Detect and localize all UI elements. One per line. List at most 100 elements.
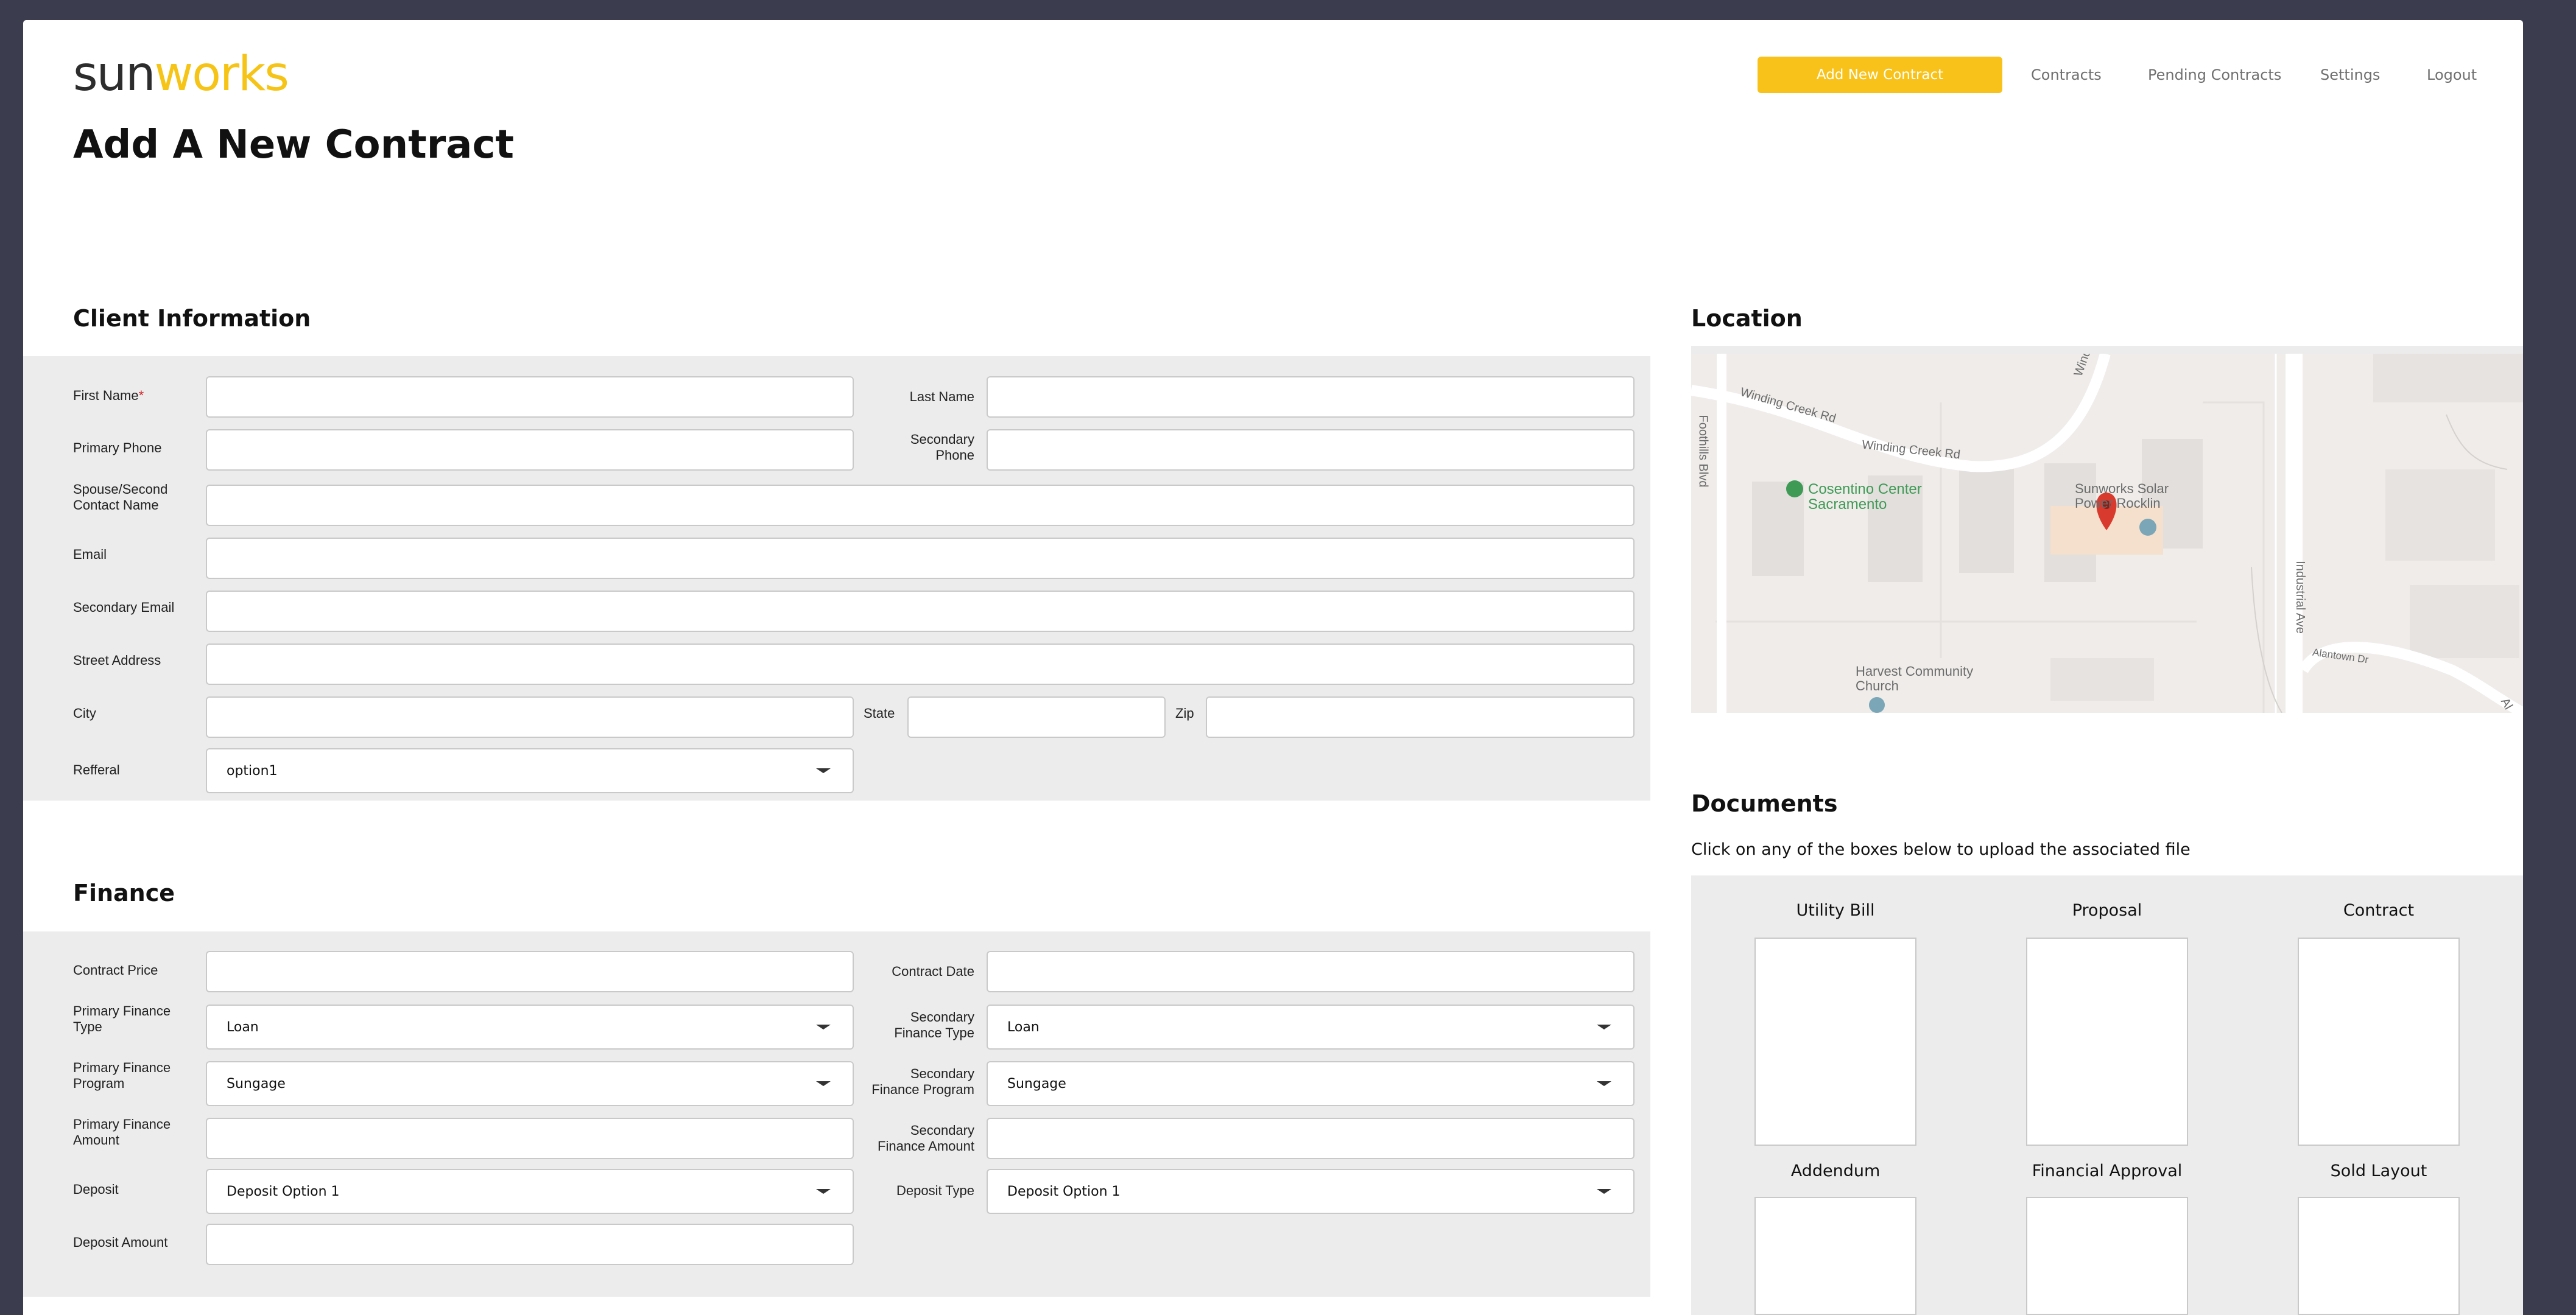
contract-date-input[interactable] [987,951,1635,992]
chevron-down-icon [816,1189,831,1194]
upload-box-utility-bill[interactable] [1754,938,1916,1146]
street-address-input[interactable] [206,643,1635,685]
required-marker: * [138,388,144,403]
upload-box-financial-approval[interactable] [2026,1197,2188,1315]
doc-label-utility-bill: Utility Bill [1796,901,1875,920]
zip-label: Zip [1175,706,1194,721]
secondary-finance-program-label: Secondary Finance Program [871,1066,974,1097]
last-name-label: Last Name [909,389,974,404]
map-building [2050,658,2154,701]
add-new-contract-button[interactable]: Add New Contract [1758,57,2002,93]
deposit-select[interactable]: Deposit Option 1 [206,1169,854,1214]
secondary-finance-amount-input[interactable] [987,1118,1635,1159]
city-input[interactable] [206,696,854,738]
doc-label-addendum: Addendum [1790,1162,1881,1180]
location-title: Location [1691,305,1803,332]
chevron-down-icon [1597,1025,1611,1029]
secondary-finance-type-select[interactable]: Loan [987,1005,1635,1050]
state-input[interactable] [907,696,1166,738]
referral-select[interactable]: option1 [206,748,854,793]
upload-box-proposal[interactable] [2026,938,2188,1146]
primary-finance-type-select[interactable]: Loan [206,1005,854,1050]
first-name-input[interactable] [206,376,854,418]
secondary-email-label: Secondary Email [73,600,175,615]
primary-finance-program-select[interactable]: Sungage [206,1061,854,1106]
deposit-amount-input[interactable] [206,1224,854,1265]
deposit-type-label: Deposit Type [896,1183,974,1198]
first-name-label: First Name* [73,388,144,403]
spouse-second-contact-label: Spouse/Second Contact Name [73,482,168,513]
secondary-phone-input[interactable] [987,429,1635,471]
sunworks-poi-icon [2139,519,2156,536]
documents-subtitle: Click on any of the boxes below to uploa… [1691,840,2191,859]
primary-finance-program-label: Primary Finance Program [73,1060,171,1091]
doc-label-proposal: Proposal [2072,901,2142,920]
secondary-finance-program-value: Sungage [1007,1076,1066,1092]
map-building [2410,585,2519,658]
contract-price-input[interactable] [206,951,854,992]
doc-label-financial-approval: Financial Approval [2032,1162,2183,1180]
map-label-industrial: Industrial Ave [2293,561,2307,634]
church-poi-icon [1869,697,1885,713]
upload-box-contract[interactable] [2298,938,2460,1146]
secondary-phone-label: Secondary Phone [910,432,974,463]
secondary-finance-type-label: Secondary Finance Type [894,1009,974,1040]
page-title: Add A New Contract [73,122,514,167]
zip-input[interactable] [1206,696,1635,738]
finance-panel: Contract Price Contract Date Primary Fin… [23,931,1650,1297]
contract-date-label: Contract Date [892,964,974,979]
deposit-type-value: Deposit Option 1 [1007,1184,1121,1199]
nav-settings[interactable]: Settings [2320,65,2380,85]
deposit-amount-label: Deposit Amount [73,1235,168,1250]
email-label: Email [73,547,107,562]
doc-label-sold-layout: Sold Layout [2330,1162,2427,1180]
last-name-input[interactable] [987,376,1635,418]
street-address-label: Street Address [73,653,161,668]
deposit-type-select[interactable]: Deposit Option 1 [987,1169,1635,1214]
documents-title: Documents [1691,790,1838,817]
deposit-label: Deposit [73,1182,119,1197]
sunworks-logo[interactable]: sunworks [73,51,289,98]
location-map[interactable]: Winding Creek Rd Winding Creek Rd Foothi… [1691,346,2523,713]
client-information-panel: First Name* Last Name Primary Phone Seco… [23,356,1650,801]
primary-phone-input[interactable] [206,429,854,471]
nav-pending-contracts[interactable]: Pending Contracts [2148,65,2281,85]
secondary-finance-amount-label: Secondary Finance Amount [878,1123,974,1154]
primary-finance-program-value: Sungage [227,1076,286,1092]
spouse-second-contact-input[interactable] [206,485,1635,526]
primary-phone-label: Primary Phone [73,440,162,455]
cosentino-poi-icon [1786,480,1803,497]
city-label: City [73,706,96,721]
upload-box-addendum[interactable] [1754,1197,1916,1315]
chevron-down-icon [816,768,831,773]
contract-price-label: Contract Price [73,963,158,978]
secondary-finance-program-select[interactable]: Sungage [987,1061,1635,1106]
logo-text-works: works [154,47,289,102]
documents-panel: Utility Bill Proposal Contract Addendum … [1691,875,2523,1315]
map-building [2373,354,2523,402]
map-label-sunworks: Sunworks Solar Power Rocklin [2075,481,2169,511]
chevron-down-icon [1597,1189,1611,1194]
primary-finance-type-label: Primary Finance Type [73,1003,171,1034]
secondary-email-input[interactable] [206,591,1635,632]
logo-text-sun: sun [73,47,156,102]
primary-finance-amount-label: Primary Finance Amount [73,1117,171,1148]
chevron-down-icon [816,1081,831,1086]
doc-label-contract: Contract [2343,901,2415,920]
map-label-harvest: Harvest Community Church [1856,664,1974,693]
finance-title: Finance [73,880,175,906]
nav-logout[interactable]: Logout [2427,65,2477,85]
chevron-down-icon [816,1025,831,1029]
referral-label: Refferal [73,762,120,777]
primary-finance-amount-input[interactable] [206,1118,854,1159]
primary-finance-type-value: Loan [227,1019,259,1035]
map-label-cosentino: Cosentino Center Sacramento [1808,481,1922,513]
nav-contracts[interactable]: Contracts [2031,65,2102,85]
map-building [2385,469,2495,561]
state-label: State [864,706,895,721]
upload-box-sold-layout[interactable] [2298,1197,2460,1315]
map-canvas[interactable]: Winding Creek Rd Winding Creek Rd Foothi… [1691,354,2523,713]
referral-select-value: option1 [227,763,278,779]
email-input[interactable] [206,538,1635,579]
deposit-value: Deposit Option 1 [227,1184,340,1199]
